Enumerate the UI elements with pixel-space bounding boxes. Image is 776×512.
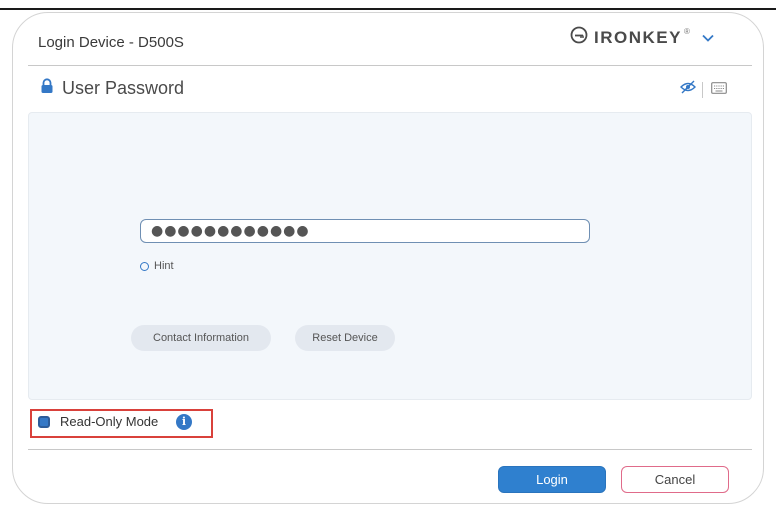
brand-registered-mark: ® — [683, 27, 690, 36]
info-icon[interactable]: i — [176, 414, 192, 430]
section-header: User Password — [40, 78, 184, 99]
cancel-button[interactable]: Cancel — [621, 466, 729, 493]
brand-name: IRONKEY — [594, 27, 682, 47]
read-only-label: Read-Only Mode — [60, 414, 159, 429]
hint-radio-icon[interactable] — [140, 261, 149, 271]
contact-information-button[interactable]: Contact Information — [131, 325, 271, 351]
brand-header[interactable]: IRONKEY ® — [570, 26, 714, 49]
window-title: Login Device - D500S — [38, 34, 184, 51]
hint-toggle[interactable]: Hint — [140, 260, 174, 272]
header-divider — [28, 65, 752, 66]
eye-hidden-icon[interactable] — [680, 80, 696, 99]
login-button[interactable]: Login — [498, 466, 606, 493]
lock-icon — [40, 78, 54, 99]
icon-separator — [702, 81, 703, 98]
password-input[interactable] — [140, 219, 590, 243]
section-title: User Password — [62, 78, 185, 98]
chevron-down-icon[interactable] — [702, 34, 714, 42]
footer-divider — [28, 449, 752, 450]
top-border-line — [0, 8, 776, 10]
keyboard-icon[interactable] — [711, 81, 727, 99]
password-panel — [28, 112, 752, 400]
hint-label: Hint — [154, 260, 174, 272]
reset-device-button[interactable]: Reset Device — [295, 325, 395, 351]
ironkey-logo-icon — [570, 26, 590, 49]
read-only-checkbox[interactable] — [38, 416, 50, 428]
password-tools — [680, 80, 727, 99]
